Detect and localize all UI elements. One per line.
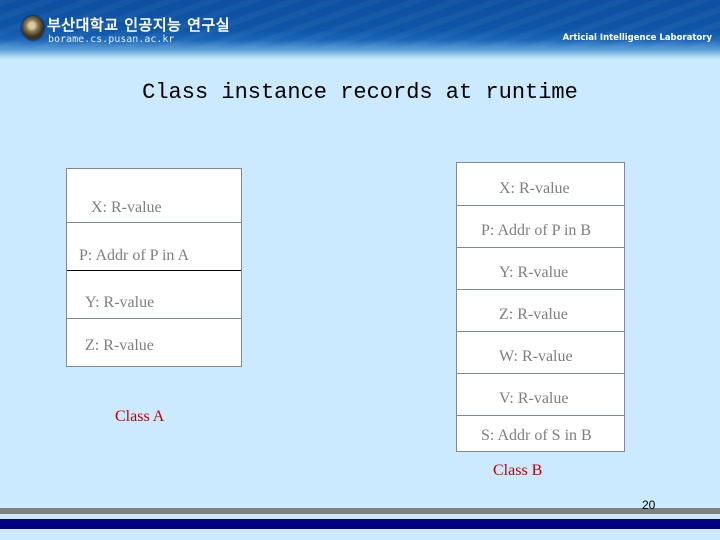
class-a-label: Class A [115, 408, 165, 425]
site-url: borame.cs.pusan.ac.kr [48, 34, 175, 45]
class-b-row-x: X: R-value [499, 180, 570, 197]
class-b-divider [457, 205, 624, 206]
class-a-divider [67, 318, 241, 319]
footer-gray-bar [0, 508, 720, 514]
class-a-row-x: X: R-value [91, 199, 162, 216]
class-a-divider-dark [67, 270, 241, 271]
class-a-row-y: Y: R-value [85, 294, 155, 311]
class-b-divider [457, 415, 624, 416]
class-a-row-p: P: Addr of P in A [79, 247, 190, 264]
class-b-row-v: V: R-value [499, 390, 569, 407]
class-b-divider [457, 247, 624, 248]
header-banner: 부산대학교 인공지능 연구실 borame.cs.pusan.ac.kr Art… [0, 0, 720, 60]
class-b-row-y: Y: R-value [499, 264, 569, 281]
lab-english-name: Articial Intelligence Laboratory [562, 33, 712, 43]
slide-title: Class instance records at runtime [142, 80, 578, 105]
class-b-divider [457, 373, 624, 374]
class-b-label: Class B [493, 462, 543, 479]
class-a-row-z: Z: R-value [85, 337, 154, 354]
class-a-record: X: R-value P: Addr of P in A Y: R-value … [66, 168, 242, 367]
page-number: 20 [642, 498, 656, 512]
university-seal-icon [22, 16, 44, 40]
class-a-divider [67, 222, 241, 223]
class-b-row-z: Z: R-value [499, 306, 568, 323]
class-b-divider [457, 289, 624, 290]
class-b-record: X: R-value P: Addr of P in B Y: R-value … [456, 162, 625, 452]
lab-korean-title: 부산대학교 인공지능 연구실 [47, 16, 231, 34]
class-b-row-p: P: Addr of P in B [481, 222, 592, 239]
class-b-divider [457, 331, 624, 332]
class-b-row-s: S: Addr of S in B [481, 427, 592, 444]
class-b-row-w: W: R-value [499, 348, 573, 365]
footer-navy-bar [0, 519, 720, 529]
